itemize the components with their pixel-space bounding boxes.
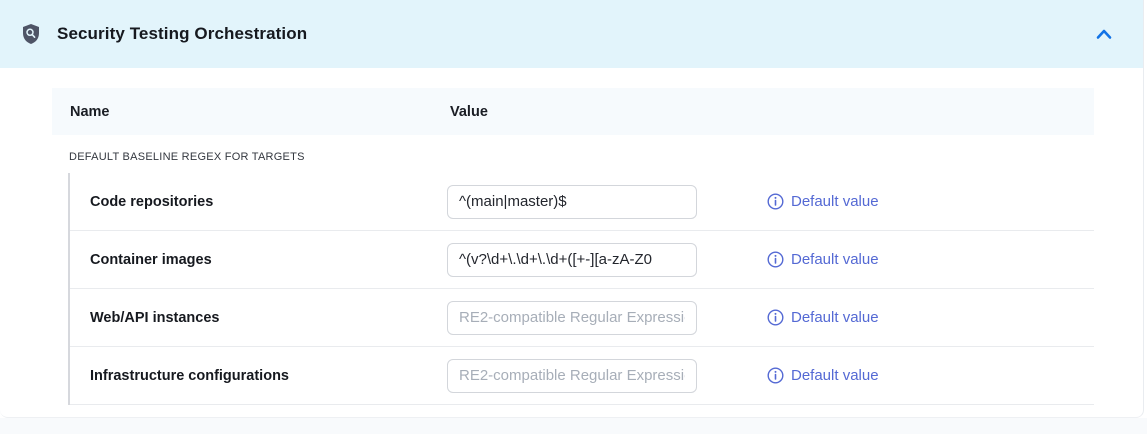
row-label: Infrastructure configurations: [70, 368, 447, 384]
page-background: [0, 418, 1147, 434]
default-value-link[interactable]: Default value: [767, 251, 879, 268]
panel-header: Security Testing Orchestration: [0, 0, 1143, 68]
section-label: DEFAULT BASELINE REGEX FOR TARGETS: [69, 151, 1094, 165]
regex-input-container-images[interactable]: [447, 243, 697, 277]
panel-title: Security Testing Orchestration: [57, 24, 307, 44]
default-value-link[interactable]: Default value: [767, 193, 879, 210]
row-label: Code repositories: [70, 194, 447, 210]
regex-input-infrastructure-configurations[interactable]: [447, 359, 697, 393]
default-value-label: Default value: [791, 193, 879, 210]
table-header-row: Name Value: [52, 88, 1094, 135]
panel-content: Name Value DEFAULT BASELINE REGEX FOR TA…: [0, 68, 1143, 405]
regex-input-web-api-instances[interactable]: [447, 301, 697, 335]
table-row-web-api-instances: Web/API instances Default value: [70, 289, 1094, 347]
default-value-label: Default value: [791, 251, 879, 268]
info-icon: [767, 367, 784, 384]
regex-input-code-repositories[interactable]: [447, 185, 697, 219]
default-value-label: Default value: [791, 367, 879, 384]
table-row-code-repositories: Code repositories Default value: [70, 173, 1094, 231]
regex-settings-group: Code repositories Default value Containe…: [68, 173, 1094, 405]
info-icon: [767, 309, 784, 326]
chevron-up-icon[interactable]: [1092, 22, 1116, 46]
table-row-container-images: Container images Default value: [70, 231, 1094, 289]
default-value-label: Default value: [791, 309, 879, 326]
row-label: Web/API instances: [70, 310, 447, 326]
default-value-link[interactable]: Default value: [767, 309, 879, 326]
row-label: Container images: [70, 252, 447, 268]
default-value-link[interactable]: Default value: [767, 367, 879, 384]
table-row-infrastructure-configurations: Infrastructure configurations Default va…: [70, 347, 1094, 405]
shield-search-icon: [21, 23, 41, 45]
info-icon: [767, 251, 784, 268]
security-testing-panel: Security Testing Orchestration Name Valu…: [0, 0, 1144, 418]
column-header-name: Name: [52, 104, 450, 120]
column-header-value: Value: [450, 104, 1094, 120]
info-icon: [767, 193, 784, 210]
